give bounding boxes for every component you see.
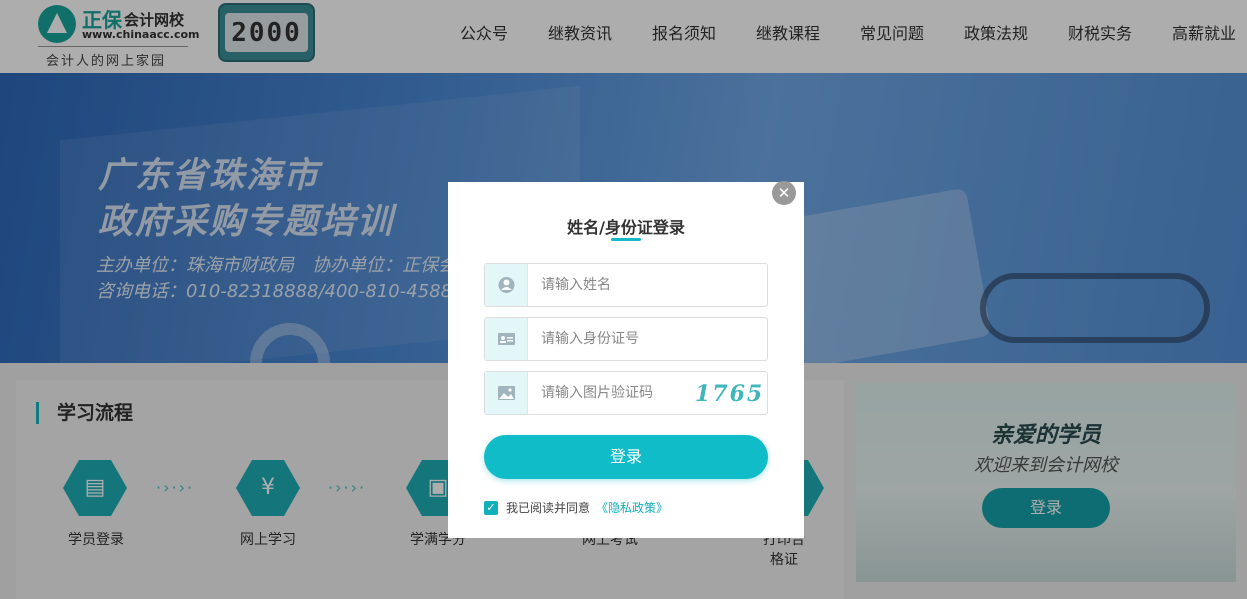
id-field[interactable]: 请输入身份证号 [484,317,768,361]
id-number-input[interactable]: 请输入身份证号 [541,318,639,360]
login-modal: 姓名/身份证登录 请输入姓名 请输入身份证号 请输入图片验证码 1765 登录 … [448,182,804,538]
image-icon [485,372,528,414]
id-card-icon [485,318,528,360]
login-button[interactable]: 登录 [484,435,768,479]
name-input[interactable]: 请输入姓名 [541,264,611,306]
user-icon [485,264,528,306]
captcha-input[interactable]: 请输入图片验证码 [541,372,653,414]
captcha-field[interactable]: 请输入图片验证码 1765 [484,371,768,415]
privacy-policy-link[interactable]: 《隐私政策》 [596,500,668,516]
agree-checkbox[interactable]: ✓ [484,501,498,515]
modal-title: 姓名/身份证登录 [567,218,685,237]
close-icon[interactable]: ✕ [772,181,796,205]
title-underline [611,238,641,241]
agree-label: 我已阅读并同意 [506,501,591,515]
name-field[interactable]: 请输入姓名 [484,263,768,307]
captcha-image[interactable]: 1765 [695,380,763,408]
